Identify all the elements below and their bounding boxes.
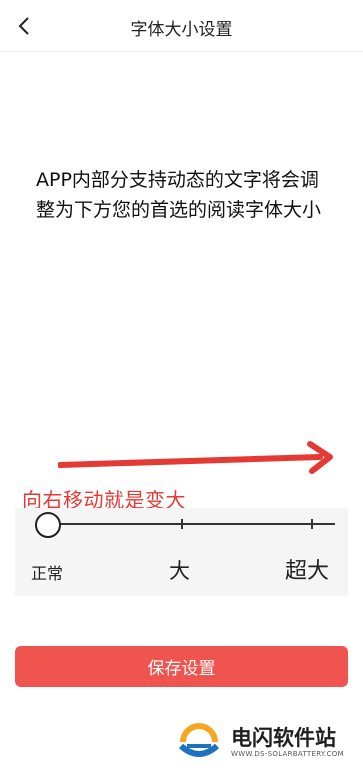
size-label-large[interactable]: 大 <box>169 555 190 585</box>
annotation-arrow <box>57 438 338 478</box>
size-label-xlarge[interactable]: 超大 <box>285 553 329 585</box>
watermark: 电闪软件站 WWW.DS-SOLARBATTERY.COM <box>165 716 363 768</box>
watermark-logo-icon <box>179 723 219 757</box>
size-label-normal[interactable]: 正常 <box>31 560 63 584</box>
slider-tick-xlarge <box>311 519 313 529</box>
page-title: 字体大小设置 <box>130 20 233 40</box>
font-size-settings-screen: 字体大小设置 APP内部分支持动态的文字将会调整为下方您的首选的阅读字体大小 向… <box>0 0 363 768</box>
font-size-slider-track[interactable] <box>37 519 335 529</box>
watermark-name: 电闪软件站 <box>231 726 336 750</box>
watermark-url: WWW.DS-SOLARBATTERY.COM <box>231 750 344 758</box>
arrow-right-icon <box>57 441 333 474</box>
preview-text: APP内部分支持动态的文字将会调整为下方您的首选的阅读字体大小 <box>36 169 322 221</box>
save-settings-button[interactable]: 保存设置 <box>15 646 348 687</box>
header-bar: 字体大小设置 <box>0 0 363 52</box>
font-size-slider-knob[interactable] <box>35 512 61 538</box>
font-size-slider-panel: 正常 大 超大 <box>15 508 348 596</box>
slider-tick-large <box>181 519 183 529</box>
